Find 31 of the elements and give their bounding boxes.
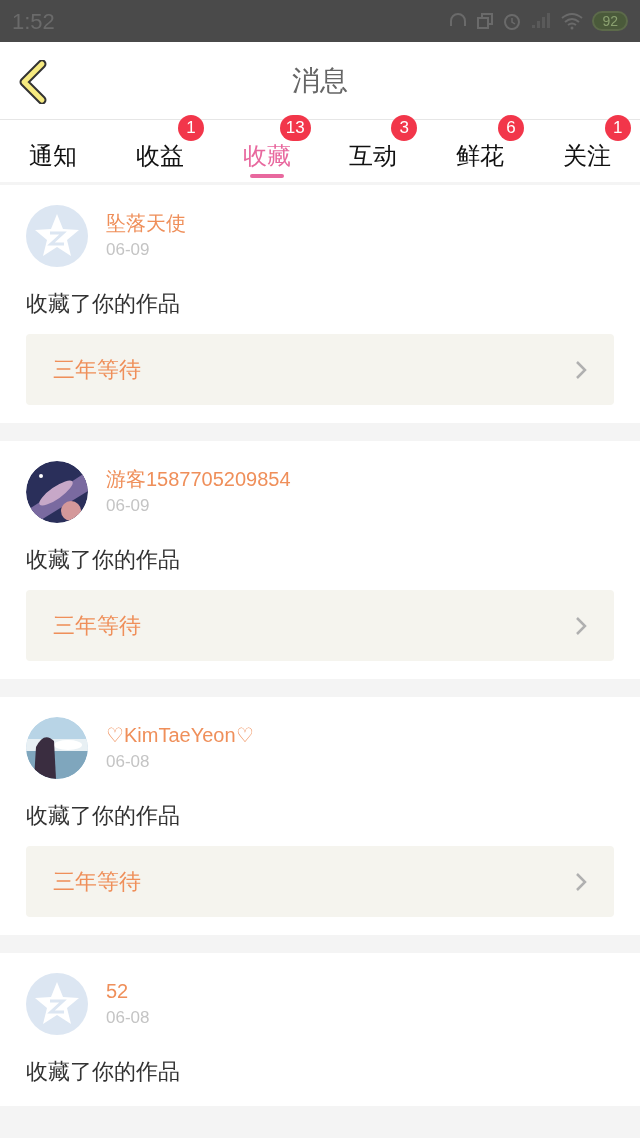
battery-indicator: 92 [592,11,628,31]
message-date: 06-09 [106,239,151,261]
wifi-icon [560,12,585,30]
copy-icon [476,12,495,30]
page-title: 消息 [292,63,348,98]
message-text: 收藏了你的作品 [26,546,181,574]
count-badge: 13 [279,115,311,141]
count-badge: 3 [391,115,418,141]
user-name[interactable]: 52 [106,977,150,1005]
message-text: 收藏了你的作品 [26,802,181,830]
chevron-icon [575,871,587,892]
tab[interactable]: 通知 [29,120,78,182]
work-link[interactable]: 三年等待 [26,590,614,661]
user-name[interactable]: 坠落天使 [106,209,186,237]
chevron-icon [575,615,587,636]
count-badge: 1 [604,115,631,141]
user-name[interactable]: 游客1587705209854 [106,465,291,493]
message-date: 06-08 [106,1007,150,1029]
message-date: 06-09 [106,495,151,517]
chevron-icon [575,359,587,380]
work-link[interactable]: 三年等待 [26,334,614,405]
avatar-icon [26,205,88,267]
message-text: 收藏了你的作品 [26,290,181,318]
avatar-icon [26,973,88,1035]
count-badge: 6 [498,115,524,141]
message-date: 06-08 [106,751,151,773]
work-link[interactable]: 三年等待 [26,846,614,917]
message-text: 收藏了你的作品 [26,1058,181,1086]
count-badge: 1 [178,115,204,141]
alarm-icon [502,11,523,31]
user-name[interactable]: ♡KimTaeYeon♡ [106,721,254,749]
